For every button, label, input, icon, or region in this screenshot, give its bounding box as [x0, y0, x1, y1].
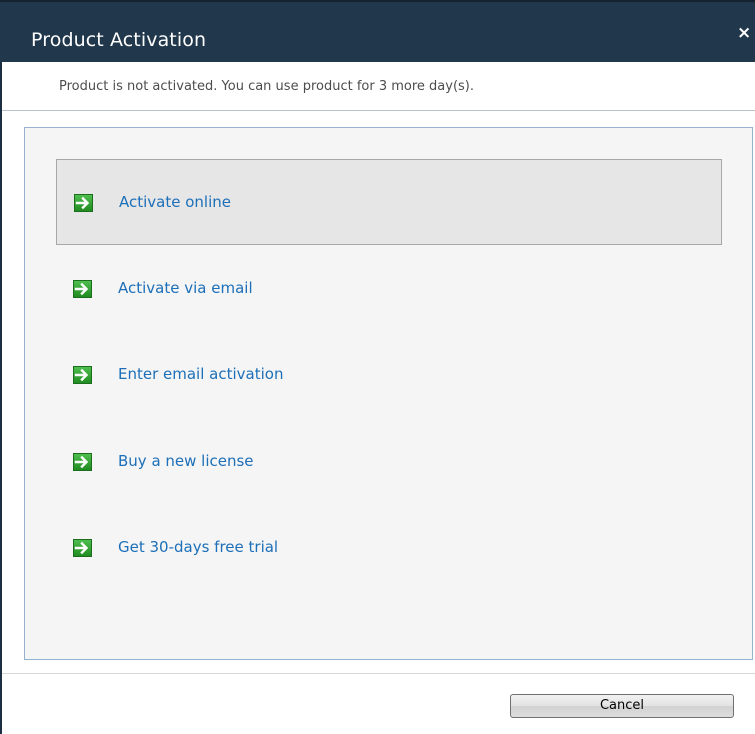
- window-left-edge: [0, 62, 2, 734]
- option-label: Buy a new license: [118, 452, 254, 470]
- green-arrow-right-icon: [73, 539, 92, 557]
- green-arrow-right-icon: [73, 366, 92, 384]
- close-button[interactable]: ×: [737, 22, 755, 44]
- option-label: Activate online: [119, 193, 231, 211]
- option-buy-new-license[interactable]: Buy a new license: [56, 419, 722, 505]
- product-activation-dialog: Product Activation × Product is not acti…: [0, 0, 755, 734]
- footer-divider: [2, 673, 755, 674]
- green-arrow-right-icon: [73, 280, 92, 298]
- green-arrow-right-icon: [73, 453, 92, 471]
- option-free-trial[interactable]: Get 30-days free trial: [56, 505, 722, 591]
- cancel-button[interactable]: Cancel: [510, 694, 734, 718]
- option-label: Get 30-days free trial: [118, 538, 279, 556]
- option-enter-email-activation[interactable]: Enter email activation: [56, 332, 722, 418]
- activation-options-panel: Activate online Activate via email Enter…: [24, 127, 753, 660]
- option-label: Enter email activation: [118, 365, 284, 383]
- option-activate-via-email[interactable]: Activate via email: [56, 246, 722, 332]
- info-bar: Product is not activated. You can use pr…: [2, 62, 755, 111]
- option-label: Activate via email: [118, 279, 253, 297]
- activation-status-message: Product is not activated. You can use pr…: [59, 79, 475, 94]
- dialog-title: Product Activation: [31, 29, 207, 51]
- green-arrow-right-icon: [74, 194, 93, 212]
- title-bar: Product Activation ×: [0, 0, 755, 62]
- option-activate-online[interactable]: Activate online: [56, 159, 722, 245]
